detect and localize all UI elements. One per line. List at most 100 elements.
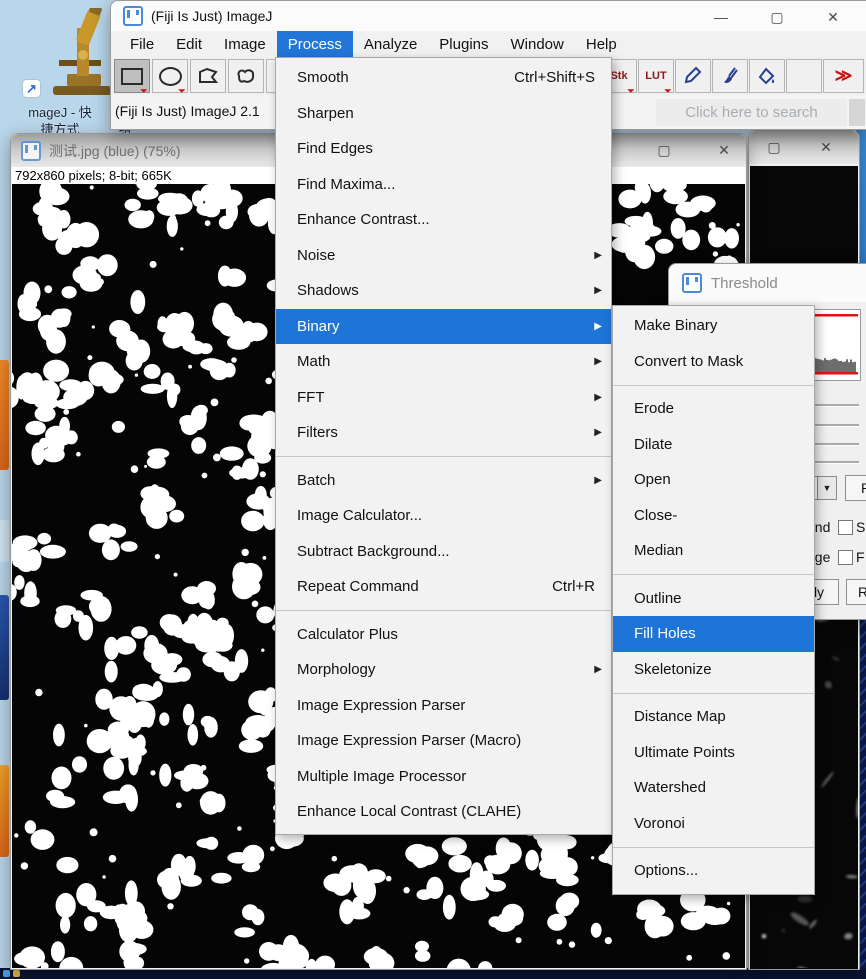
flood-fill-tool-button[interactable] <box>749 59 785 93</box>
reset-button-fragment[interactable]: Re <box>846 579 866 605</box>
main-titlebar[interactable]: (Fiji Is Just) ImageJ — ▢ ✕ <box>111 1 866 31</box>
menubar-item-analyze[interactable]: Analyze <box>353 31 428 58</box>
menu-item-open[interactable]: Open <box>613 462 814 498</box>
menu-item-noise[interactable]: Noise ▶ <box>276 238 611 274</box>
menu-item-find-edges[interactable]: Find Edges <box>276 131 611 167</box>
freehand-tool-button[interactable] <box>228 59 264 93</box>
menu-separator <box>276 451 611 463</box>
paintbrush-icon <box>724 67 738 83</box>
menu-item-median[interactable]: Median <box>613 533 814 569</box>
menu-item-morphology[interactable]: Morphology ▶ <box>276 652 611 688</box>
menu-item-options[interactable]: Options... <box>613 853 814 889</box>
lut-label: LUT <box>645 70 667 82</box>
desktop-icon-sliver-4[interactable] <box>0 765 9 857</box>
desktop-icon-sliver-2[interactable] <box>0 520 9 562</box>
close-button[interactable]: ✕ <box>805 1 861 34</box>
menu-item-label: Binary <box>297 317 340 335</box>
menubar-item-file[interactable]: File <box>119 31 165 58</box>
menu-item-math[interactable]: Math ▶ <box>276 344 611 380</box>
menu-item-erode[interactable]: Erode <box>613 391 814 427</box>
menu-item-label: Fill Holes <box>634 625 696 643</box>
menu-item-close[interactable]: Close- <box>613 498 814 534</box>
lut-tool-button[interactable]: LUT <box>638 59 674 93</box>
more-tools-icon: ≫ <box>834 66 853 85</box>
menu-item-shortcut: Ctrl+R <box>552 578 595 596</box>
pencil-icon <box>684 66 702 84</box>
close-button[interactable]: ✕ <box>709 134 739 167</box>
menubar-item-process[interactable]: Process <box>276 31 353 58</box>
menu-item-fill-holes[interactable]: Fill Holes <box>613 616 814 652</box>
maximize-button[interactable]: ▢ <box>649 134 679 167</box>
search-placeholder: Click here to search <box>685 104 818 121</box>
menu-item-shortcut: Ctrl+Shift+S <box>514 69 595 87</box>
menubar-item-plugins[interactable]: Plugins <box>428 31 499 58</box>
raw-label-fragment: F <box>856 549 865 565</box>
menu-item-label: Image Calculator... <box>297 507 423 525</box>
menu-item-repeat-command[interactable]: Repeat Command Ctrl+R <box>276 569 611 605</box>
menu-item-binary[interactable]: Binary ▶ <box>276 308 611 344</box>
raw-values-checkbox[interactable] <box>838 550 853 565</box>
menu-item-batch[interactable]: Batch ▶ <box>276 463 611 499</box>
image-window-2-titlebar[interactable]: ▢ ✕ <box>749 131 859 164</box>
threshold-r-button[interactable]: R <box>845 475 866 501</box>
threshold-title: Threshold <box>711 274 778 292</box>
pencil-tool-button[interactable] <box>675 59 711 93</box>
oval-tool-button[interactable] <box>152 59 188 93</box>
menu-item-subtract-background[interactable]: Subtract Background... <box>276 534 611 570</box>
stack-histogram-checkbox[interactable] <box>838 520 853 535</box>
polygon-tool-button[interactable] <box>190 59 226 93</box>
menu-item-image-calculator[interactable]: Image Calculator... <box>276 498 611 534</box>
flood-fill-icon <box>758 67 775 85</box>
menu-item-voronoi[interactable]: Voronoi <box>613 806 814 842</box>
menu-item-convert-to-mask[interactable]: Convert to Mask <box>613 344 814 380</box>
menu-item-label: Smooth <box>297 69 349 87</box>
desktop: ↗ mageJ - 快 捷方式 IF小( 组 ▢ ✕ Threshold ▼ R… <box>0 0 866 979</box>
menu-item-filters[interactable]: Filters ▶ <box>276 415 611 451</box>
menubar-item-window[interactable]: Window <box>500 31 575 58</box>
shortcut-arrow-icon: ↗ <box>23 80 40 97</box>
close-button[interactable]: ✕ <box>811 131 841 164</box>
search-box[interactable]: Click here to search <box>656 99 847 126</box>
paintbrush-tool-button[interactable] <box>712 59 748 93</box>
menu-item-find-maxima[interactable]: Find Maxima... <box>276 167 611 203</box>
menu-item-shadows[interactable]: Shadows ▶ <box>276 273 611 309</box>
threshold-titlebar[interactable]: Threshold <box>669 264 866 302</box>
menu-item-outline[interactable]: Outline <box>613 581 814 617</box>
menu-item-watershed[interactable]: Watershed <box>613 770 814 806</box>
menu-item-fft[interactable]: FFT ▶ <box>276 380 611 416</box>
menu-item-image-expression-parser[interactable]: Image Expression Parser <box>276 688 611 724</box>
menubar-item-image[interactable]: Image <box>213 31 277 58</box>
menu-item-enhance-contrast[interactable]: Enhance Contrast... <box>276 202 611 238</box>
desktop-icon-sliver-3[interactable] <box>0 595 9 700</box>
dropdown-arrow-icon[interactable]: ▼ <box>817 477 836 499</box>
main-window-title: (Fiji Is Just) ImageJ <box>151 8 273 24</box>
stack-label-fragment: S <box>856 519 866 535</box>
minimize-button[interactable]: — <box>693 1 749 34</box>
menu-item-ultimate-points[interactable]: Ultimate Points <box>613 735 814 771</box>
menubar-item-help[interactable]: Help <box>575 31 628 58</box>
menu-item-distance-map[interactable]: Distance Map <box>613 699 814 735</box>
submenu-arrow-icon: ▶ <box>594 391 602 403</box>
menu-item-calculator-plus[interactable]: Calculator Plus <box>276 617 611 653</box>
imagej-icon <box>21 140 41 161</box>
menu-item-label: Open <box>634 471 671 489</box>
empty-tool-button[interactable] <box>786 59 822 93</box>
menu-item-enhance-local-contrast-clahe[interactable]: Enhance Local Contrast (CLAHE) <box>276 794 611 830</box>
menu-item-dilate[interactable]: Dilate <box>613 427 814 463</box>
menu-item-smooth[interactable]: Smooth Ctrl+Shift+S <box>276 60 611 96</box>
menu-item-label: Sharpen <box>297 104 354 122</box>
rectangle-tool-button[interactable] <box>114 59 150 93</box>
menu-item-make-binary[interactable]: Make Binary <box>613 308 814 344</box>
menu-item-label: Filters <box>297 424 338 442</box>
menu-item-sharpen[interactable]: Sharpen <box>276 96 611 132</box>
menubar-item-edit[interactable]: Edit <box>165 31 213 58</box>
more-tools-button[interactable]: ≫ <box>823 59 864 93</box>
menu-item-image-expression-parser-macro[interactable]: Image Expression Parser (Macro) <box>276 723 611 759</box>
menu-item-multiple-image-processor[interactable]: Multiple Image Processor <box>276 759 611 795</box>
desktop-icon-sliver-1[interactable] <box>0 360 9 470</box>
menu-item-label: Skeletonize <box>634 660 712 678</box>
maximize-button[interactable]: ▢ <box>759 131 789 164</box>
maximize-button[interactable]: ▢ <box>749 1 805 34</box>
menu-item-skeletonize[interactable]: Skeletonize <box>613 652 814 688</box>
imagej-icon <box>682 273 702 293</box>
